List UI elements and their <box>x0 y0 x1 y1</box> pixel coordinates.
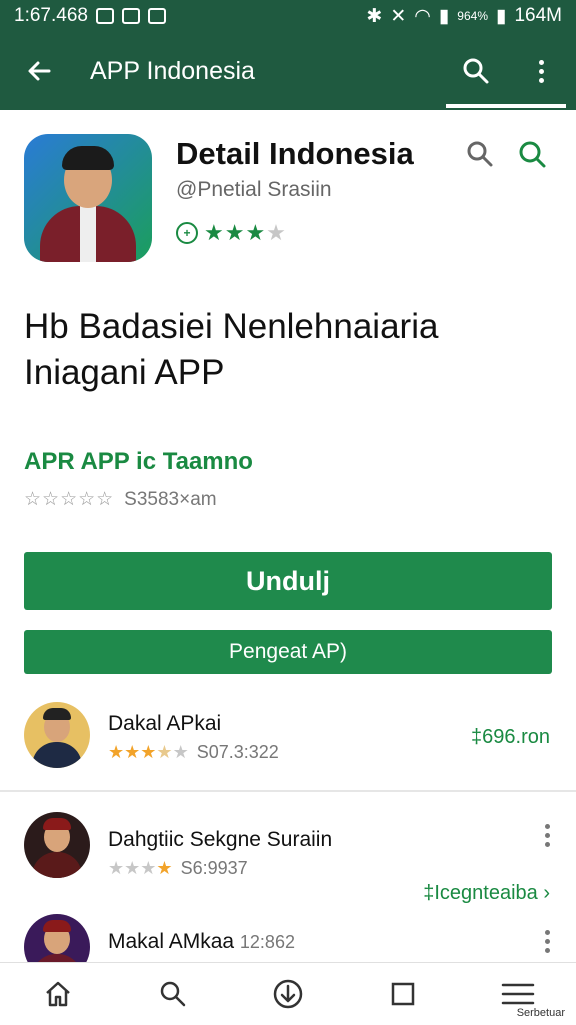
search-green-icon[interactable] <box>516 138 548 170</box>
list-item-rating-text: S6:9937 <box>180 858 248 878</box>
nav-menu[interactable]: Serbetuar <box>460 963 575 1025</box>
list-item-rating: ★★★★ S6:9937 <box>108 858 248 878</box>
download-icon <box>273 979 302 1008</box>
headline-line-1: Hb Badasiei Nenlehnaiaria <box>24 307 439 346</box>
avatar <box>24 702 90 768</box>
bluetooth-icon: ✱ <box>366 5 383 27</box>
rating-stars: ★★★★ <box>204 220 287 245</box>
list-item-title: Makal AMkaa <box>108 930 235 953</box>
list-item-price[interactable]: ‡696.ron <box>471 726 550 749</box>
arrow-left-icon <box>28 61 51 81</box>
open-app-button[interactable]: Pengeat AP) <box>24 630 552 674</box>
wifi-icon: ◠ <box>414 5 431 27</box>
list-item-name: Dahgtiic Sekgne Suraiin <box>108 828 333 851</box>
network-text: 164M <box>514 5 562 26</box>
search-icon[interactable] <box>464 138 496 170</box>
message-icon <box>147 8 166 24</box>
list-item-name: Dakal APkai <box>108 712 222 735</box>
status-bar: 1:67.468 ✱ ✕ ◠ ▮ 964% ▮ 164M <box>0 0 576 32</box>
app-headline: Hb Badasiei Nenlehnaiaria Iniagani APP <box>24 304 552 396</box>
tab-indicator <box>446 104 566 108</box>
nav-caption: Serbetuar <box>516 1006 565 1019</box>
more-vert-icon <box>545 930 550 953</box>
status-time: 1:67.468 <box>14 5 88 26</box>
menu-icon <box>501 983 534 1004</box>
home-icon <box>45 981 70 1006</box>
bottom-navigation: Serbetuar <box>0 962 576 1024</box>
list-item-link[interactable]: ‡Icegnteaiba › <box>423 882 550 905</box>
nav-search[interactable] <box>115 963 230 1025</box>
app-meta: ☆☆☆☆☆ S3583×am <box>24 488 217 511</box>
signal-icon: ▮ <box>438 5 450 27</box>
list-item-name: Makal AMkaa 12:862 <box>108 930 295 954</box>
app-icon[interactable] <box>24 134 152 262</box>
list-item[interactable]: Dakal APkai ★★★★★ S07.3:322 ‡696.ron <box>0 700 576 780</box>
search-icon <box>463 58 489 84</box>
app-bar: APP Indonesia <box>0 32 576 110</box>
avatar <box>24 812 90 878</box>
notification-icon <box>95 8 114 24</box>
more-button[interactable] <box>545 824 550 847</box>
divider <box>0 790 576 792</box>
more-vert-icon <box>545 824 550 847</box>
verified-icon: + <box>176 222 198 244</box>
list-item-rating-text: S07.3:322 <box>196 742 279 762</box>
meta-stars: ☆☆☆☆☆ <box>24 489 115 510</box>
more-button[interactable] <box>545 930 550 953</box>
app-tagline: APR APP ic Taamno <box>24 448 253 475</box>
more-button[interactable] <box>506 32 576 110</box>
app-rating: + ★★★★ <box>176 220 287 246</box>
developer-name[interactable]: @Pnetial Srasiin <box>176 178 332 202</box>
battery-icon: ▮ <box>496 5 507 27</box>
app-title: Detail Indonesia <box>176 136 414 171</box>
mute-icon: ✕ <box>390 5 407 27</box>
list-item-rating-text: 12:862 <box>239 932 295 952</box>
gallery-icon <box>121 8 140 24</box>
back-button[interactable] <box>0 32 78 110</box>
nav-home[interactable] <box>0 963 115 1025</box>
more-vert-icon <box>538 59 544 83</box>
install-button[interactable]: Undulj <box>24 552 552 610</box>
list-item[interactable]: Dahgtiic Sekgne Suraiin ★★★★ S6:9937 ‡Ic… <box>0 810 576 910</box>
search-icon <box>160 981 185 1006</box>
app-header: Detail Indonesia @Pnetial Srasiin + ★★★★ <box>24 134 552 264</box>
meta-count: S3583×am <box>124 488 217 510</box>
nav-recents[interactable] <box>345 963 460 1025</box>
recents-icon <box>391 982 414 1005</box>
search-button[interactable] <box>446 32 506 110</box>
list-item-rating: ★★★★★ S07.3:322 <box>108 742 279 762</box>
nav-downloads[interactable] <box>230 963 345 1025</box>
headline-line-2: Iniagani APP <box>24 353 225 392</box>
battery-text: 964% <box>457 9 488 23</box>
list-item[interactable]: Makal AMkaa 12:862 <box>0 912 576 980</box>
app-bar-title: APP Indonesia <box>90 56 255 85</box>
